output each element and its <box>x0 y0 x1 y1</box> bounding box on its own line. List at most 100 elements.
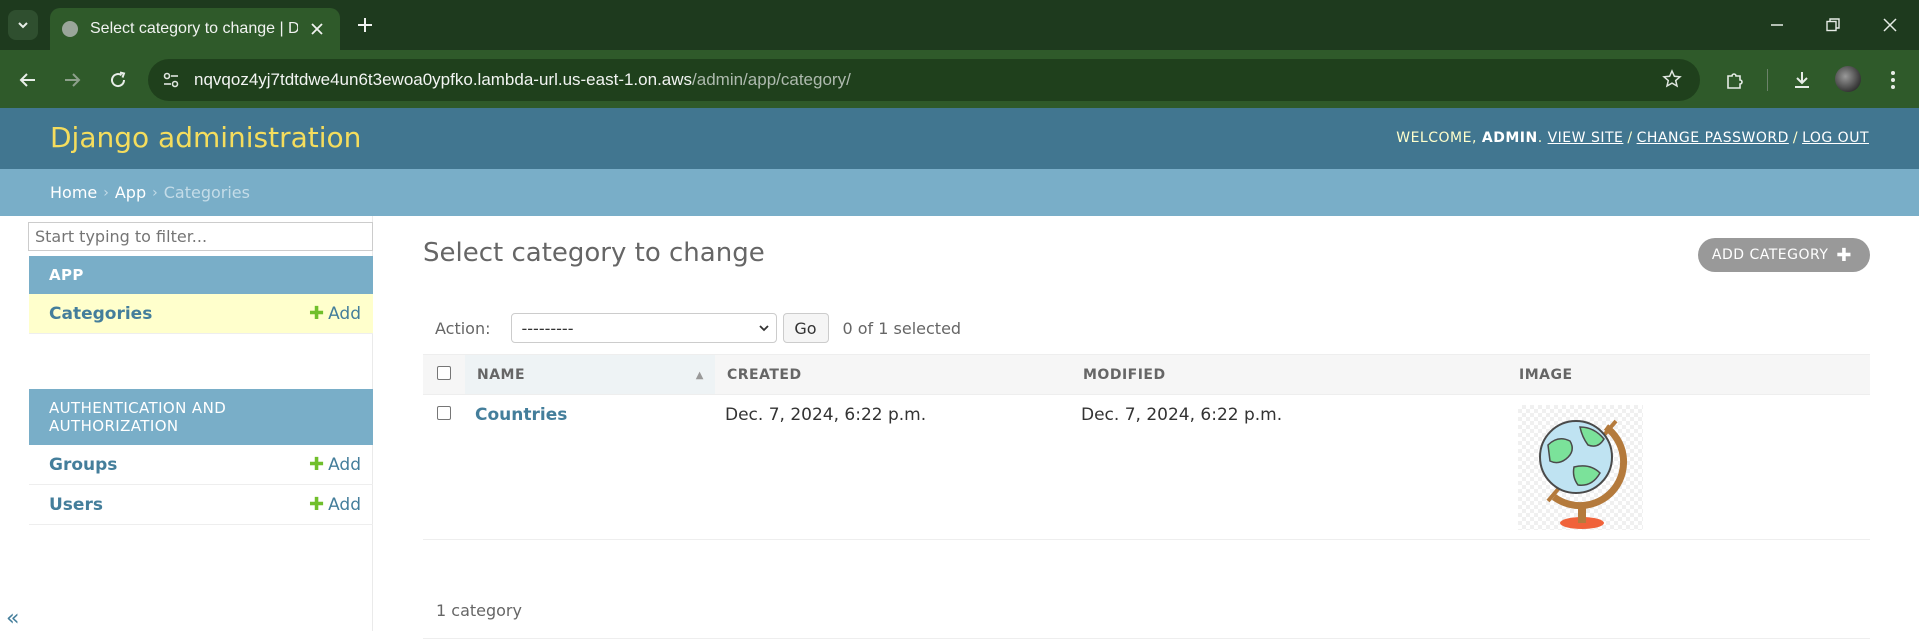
welcome-text: WELCOME, <box>1396 130 1477 146</box>
browser-toolbar: nqvqoz4yj7tdtdwe4un6t3ewoa0ypfko.lambda-… <box>0 50 1919 108</box>
module-caption-app[interactable]: APP <box>29 256 373 294</box>
arrow-left-icon <box>19 73 35 87</box>
add-categories-link[interactable]: ✚ Add <box>309 303 361 324</box>
restore-icon <box>1826 18 1840 32</box>
change-password-link[interactable]: CHANGE PASSWORD <box>1637 130 1789 146</box>
url-host: nqvqoz4yj7tdtdwe4un6t3ewoa0ypfko.lambda-… <box>194 70 693 89</box>
extensions-button[interactable] <box>1720 65 1750 95</box>
sort-ascending-icon[interactable]: ▲ <box>696 370 704 381</box>
chevron-down-icon <box>758 325 769 332</box>
username: ADMIN <box>1481 130 1538 146</box>
breadcrumb-separator: › <box>103 184 109 201</box>
chevron-down-icon <box>18 22 28 29</box>
row-name-cell: Countries <box>465 394 715 540</box>
kebab-menu-icon <box>1891 71 1895 89</box>
sidebar-collapse-button[interactable]: « <box>6 606 19 631</box>
breadcrumb: Home › App › Categories <box>0 169 1919 216</box>
row-checkbox[interactable] <box>437 406 451 420</box>
module-app: APP Categories ✚ Add <box>29 256 373 334</box>
toolbar-separator <box>1767 69 1768 91</box>
favicon-icon <box>62 21 78 37</box>
table-row: Countries Dec. 7, 2024, 6:22 p.m. Dec. 7… <box>423 394 1870 540</box>
bookmark-button[interactable] <box>1662 69 1682 93</box>
row-name-link[interactable]: Countries <box>475 405 567 425</box>
main-container: APP Categories ✚Add AUTHENTICATION AND A… <box>0 216 1919 639</box>
sidebar-link-groups[interactable]: Groups <box>49 455 309 475</box>
admin-header: Django administration WELCOME, ADMIN. VI… <box>0 108 1919 169</box>
star-icon <box>1662 69 1682 88</box>
log-out-link[interactable]: LOG OUT <box>1802 130 1869 146</box>
add-category-label: ADD CATEGORY <box>1711 247 1829 263</box>
row-image-cell <box>1507 394 1870 540</box>
actions-bar: Action: --------- Go 0 of 1 selected <box>435 312 961 344</box>
column-label-image: IMAGE <box>1519 366 1573 383</box>
sidebar-item-categories: Categories ✚ Add <box>29 294 373 334</box>
forward-button[interactable] <box>58 66 86 94</box>
window-close-button[interactable] <box>1875 12 1905 38</box>
tune-icon <box>163 72 179 88</box>
site-info-button[interactable] <box>148 71 194 89</box>
sidebar-item-users: Users ✚ Add <box>29 485 373 525</box>
minimize-button[interactable] <box>1762 12 1792 38</box>
content: Select category to change ADD CATEGORY ✚ … <box>423 216 1870 639</box>
downloads-button[interactable] <box>1787 65 1817 95</box>
minimize-icon <box>1771 24 1783 26</box>
go-button[interactable]: Go <box>782 313 829 343</box>
url-path: /admin/app/category/ <box>692 70 851 89</box>
browser-tab-active[interactable]: Select category to change | Dja <box>50 8 340 50</box>
breadcrumb-current: Categories <box>163 183 250 202</box>
row-created-cell: Dec. 7, 2024, 6:22 p.m. <box>715 394 1071 540</box>
close-icon <box>1883 18 1897 32</box>
nav-filter-input[interactable] <box>28 222 373 251</box>
site-branding[interactable]: Django administration <box>50 121 361 154</box>
row-modified-cell: Dec. 7, 2024, 6:22 p.m. <box>1071 394 1507 540</box>
add-category-button[interactable]: ADD CATEGORY ✚ <box>1697 238 1870 272</box>
select-all-checkbox[interactable] <box>437 365 451 380</box>
plus-icon: ✚ <box>1836 244 1852 266</box>
action-label: Action: <box>435 318 491 338</box>
column-label-created: CREATED <box>727 366 802 383</box>
column-header-image[interactable]: IMAGE <box>1507 354 1870 395</box>
plus-icon: ✚ <box>308 303 325 324</box>
column-header-created[interactable]: CREATED <box>715 354 1071 395</box>
breadcrumb-home[interactable]: Home <box>50 183 97 202</box>
add-label: Add <box>328 494 361 515</box>
sidebar-link-categories[interactable]: Categories <box>49 304 309 324</box>
action-select[interactable]: --------- <box>510 313 777 343</box>
row-select-cell <box>423 394 465 540</box>
back-button[interactable] <box>14 66 42 94</box>
arrow-right-icon <box>65 73 81 87</box>
column-header-name[interactable]: NAME ▲ <box>465 354 715 395</box>
profile-avatar[interactable] <box>1835 66 1861 92</box>
add-groups-link[interactable]: ✚ Add <box>309 454 361 475</box>
plus-icon <box>358 18 372 32</box>
nav-sidebar: APP Categories ✚Add AUTHENTICATION AND A… <box>0 216 373 631</box>
menu-button[interactable] <box>1878 65 1908 95</box>
puzzle-icon <box>1727 73 1743 89</box>
plus-icon: ✚ <box>308 454 325 475</box>
address-bar[interactable]: nqvqoz4yj7tdtdwe4un6t3ewoa0ypfko.lambda-… <box>148 59 1700 101</box>
column-label-name: NAME <box>477 366 526 383</box>
tab-search-button[interactable] <box>8 10 38 40</box>
url-text: nqvqoz4yj7tdtdwe4un6t3ewoa0ypfko.lambda-… <box>194 70 851 90</box>
plus-icon: ✚ <box>308 494 325 515</box>
reload-icon <box>111 71 126 88</box>
reload-button[interactable] <box>104 66 132 94</box>
sidebar-link-users[interactable]: Users <box>49 495 309 515</box>
column-header-modified[interactable]: MODIFIED <box>1071 354 1507 395</box>
category-thumbnail <box>1518 405 1643 530</box>
download-icon <box>1795 72 1809 88</box>
new-tab-button[interactable] <box>352 12 378 38</box>
browser-tabstrip: Select category to change | Dja <box>0 0 1919 50</box>
tab-title: Select category to change | Dja <box>90 20 298 37</box>
breadcrumb-app[interactable]: App <box>115 183 146 202</box>
module-caption-auth[interactable]: AUTHENTICATION AND AUTHORIZATION <box>29 389 373 445</box>
add-users-link[interactable]: ✚ Add <box>309 494 361 515</box>
user-tools: WELCOME, ADMIN. VIEW SITE / CHANGE PASSWOR… <box>1396 130 1869 146</box>
close-icon <box>311 23 323 35</box>
view-site-link[interactable]: VIEW SITE <box>1548 130 1624 146</box>
module-auth: AUTHENTICATION AND AUTHORIZATION Groups … <box>29 389 373 525</box>
restore-button[interactable] <box>1818 12 1848 38</box>
column-label-modified: MODIFIED <box>1083 366 1166 383</box>
tab-close-button[interactable] <box>306 18 328 40</box>
